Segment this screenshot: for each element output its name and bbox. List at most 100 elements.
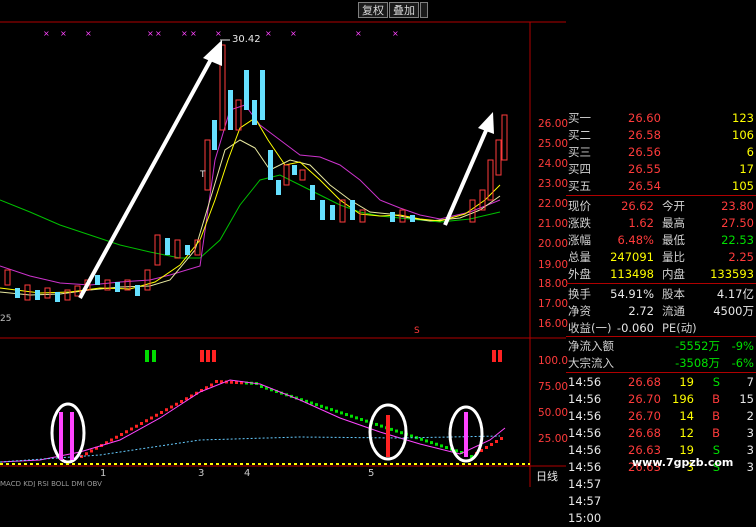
osc-bar [320, 404, 323, 408]
stat-label: 现价 [568, 199, 591, 213]
candle [501, 114, 508, 161]
stat-label: 量比 [662, 250, 685, 264]
svg-text:×: × [181, 29, 188, 38]
fund-label: 流通 [662, 304, 685, 318]
oscillator-bars [80, 380, 503, 458]
osc-bar [485, 446, 488, 449]
divider [566, 195, 756, 196]
fund-label: 股本 [662, 287, 685, 301]
date-axis-label: 5 [368, 468, 375, 479]
date-axis-label: 3 [198, 468, 205, 479]
osc-bar [360, 418, 363, 421]
stat-value: 113498 [610, 267, 654, 281]
price-axis-label: 22.00 [538, 198, 569, 210]
tick-time: 14:56 [568, 426, 602, 440]
osc-bar [140, 422, 143, 425]
osc-bar [85, 452, 88, 456]
toolbar-more-button[interactable] [420, 2, 428, 18]
tick-time: 14:56 [568, 392, 602, 406]
candle [24, 284, 31, 301]
flow-row: 大宗流入 -3508万 -6% [566, 355, 756, 372]
kline-chart-area[interactable]: × × × × × × × × × × × × 复权 叠加 30.42 25 T… [0, 0, 569, 487]
fund-label: PE(动) [662, 321, 697, 335]
period-label[interactable]: 日线 [536, 468, 558, 484]
indicator-tabs[interactable]: MACD KDJ RSI BOLL DMI OBV [0, 480, 240, 487]
bid-level-label: 买三 [568, 145, 591, 159]
osc-bar [215, 380, 218, 383]
peak-price-label: 30.42 [232, 34, 261, 45]
tick-count: 3 [746, 460, 754, 474]
osc-bar [355, 416, 358, 420]
date-axis-label: 4 [244, 468, 251, 479]
candle [260, 70, 265, 120]
candle [390, 212, 395, 222]
tick-count: 7 [746, 375, 754, 389]
tick-volume: 14 [679, 409, 694, 423]
osc-bar [325, 406, 328, 410]
stat-label: 外盘 [568, 267, 591, 281]
fund-row: 收益(一) -0.060 PE(动) [566, 320, 756, 337]
osc-bar [340, 411, 343, 415]
candle [4, 269, 11, 286]
candle [330, 205, 335, 220]
stat-row: 涨幅 6.48% 最低 22.53 [566, 232, 756, 249]
tick-price: 26.70 [628, 409, 661, 423]
svg-text:×: × [215, 29, 222, 38]
osc-bar [165, 408, 168, 412]
svg-text:×: × [60, 29, 67, 38]
price-axis-label: 20.00 [538, 238, 569, 250]
osc-bar [425, 439, 428, 443]
bid-level-label: 买一 [568, 111, 591, 125]
fund-row: 换手 54.91% 股本 4.17亿 [566, 286, 756, 303]
bid-level-label: 买四 [568, 162, 591, 176]
tick-price: 26.68 [628, 375, 661, 389]
osc-bar [170, 405, 173, 409]
overlay-button[interactable]: 叠加 [389, 2, 419, 18]
tick-count: 15 [739, 392, 754, 406]
divider [566, 283, 756, 284]
stat-label: 总量 [568, 250, 591, 264]
tick-row: 14:57 [566, 476, 756, 493]
stat-label: 最高 [662, 216, 685, 230]
stat-value: 2.25 [728, 250, 754, 264]
price-axis-label: 16.00 [538, 318, 569, 330]
tick-time: 14:56 [568, 460, 602, 474]
osc-bar [430, 441, 433, 445]
candle [165, 238, 170, 255]
bid-row: 买五 26.54 105 [566, 178, 756, 195]
candle [283, 164, 290, 186]
tick-volume: 196 [672, 392, 694, 406]
stat-label: 涨幅 [568, 233, 591, 247]
svg-text:×: × [190, 29, 197, 38]
svg-text:×: × [147, 29, 154, 38]
osc-bar [365, 419, 368, 423]
flow-value: -3508万 [675, 356, 720, 370]
osc-bar [310, 401, 313, 405]
candle [320, 200, 325, 220]
stat-label: 涨跌 [568, 216, 591, 230]
candle [174, 239, 181, 259]
tick-side: S [712, 375, 720, 389]
quote-panel: 买一 26.60 123 买二 26.58 106 买三 26.56 6 买四 26.55 17 买五 2… [566, 108, 756, 525]
s-marker: S [414, 326, 420, 336]
bid-volume: 123 [732, 111, 754, 125]
fund-value: 54.91% [610, 287, 654, 301]
osc-bar [230, 380, 233, 384]
bid-volume: 105 [732, 179, 754, 193]
osc-bar [375, 422, 378, 426]
divider [566, 372, 756, 373]
fund-value: 2.72 [628, 304, 654, 318]
fund-value: 4500万 [713, 304, 754, 318]
bid-volume: 17 [739, 162, 754, 176]
price-axis-label: 24.00 [538, 158, 569, 170]
bid-row: 买三 26.56 6 [566, 144, 756, 161]
osc-bar [210, 383, 213, 387]
price-axis-label: 19.00 [538, 259, 569, 271]
bid-price: 26.55 [628, 162, 661, 176]
osc-bar [500, 437, 503, 440]
tick-time: 14:57 [568, 494, 602, 508]
tick-time: 14:56 [568, 375, 602, 389]
price-axis-label: 23.00 [538, 178, 569, 190]
restore-rights-button[interactable]: 复权 [358, 2, 388, 18]
osc-bar [110, 438, 113, 442]
